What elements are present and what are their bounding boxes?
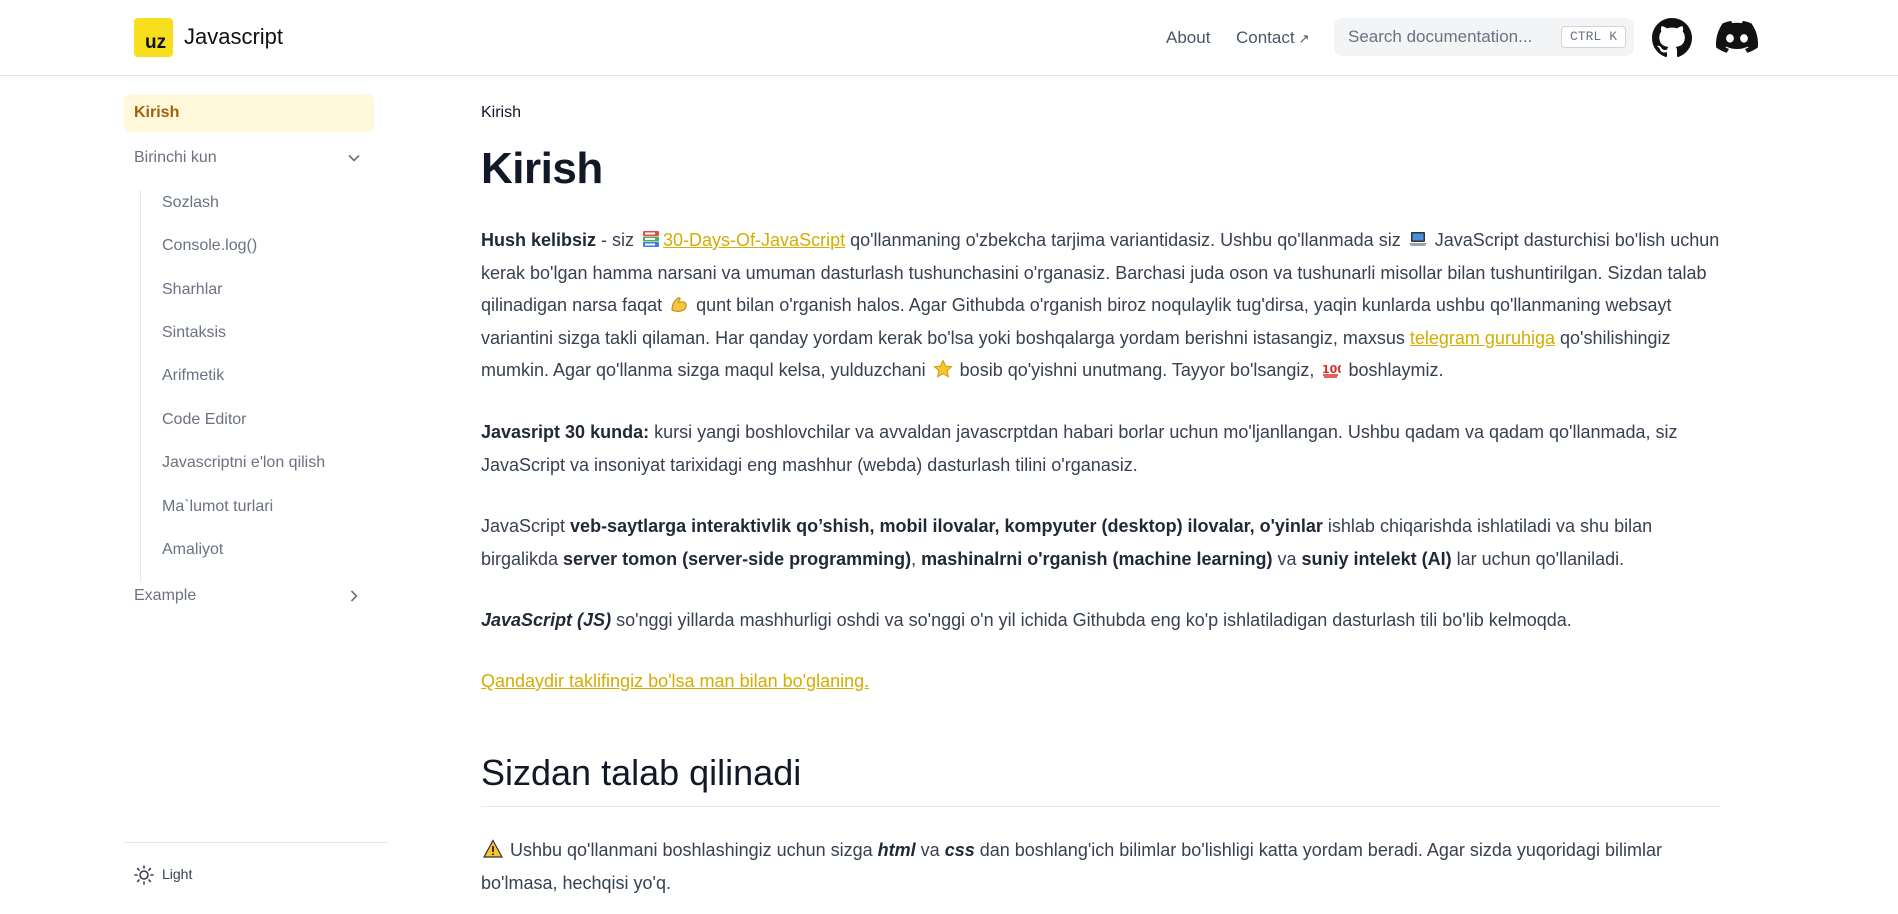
breadcrumb: Kirish	[481, 104, 522, 121]
course-bold: Javasript 30 kunda:	[481, 422, 650, 442]
bold-text: suniy intelekt (AI)	[1301, 548, 1452, 569]
text: va	[915, 840, 945, 860]
text: JavaScript	[481, 516, 571, 536]
text: boshlaymiz.	[1343, 360, 1444, 381]
text: bosib qo'yishni unutmang. Tayyor bo'lsan…	[954, 360, 1320, 381]
nav-contact-label: Contact	[1236, 28, 1295, 47]
text: Ushbu qo'llanmani boshlashingiz uchun si…	[505, 840, 878, 860]
course-paragraph: Javasript 30 kunda: kursi yangi boshlovc…	[481, 416, 1721, 481]
chevron-down-icon	[348, 154, 360, 162]
search-shortcut-hint: CTRL K	[1560, 26, 1626, 48]
external-link-icon: ↗	[1298, 31, 1310, 46]
html-emphasis: html	[877, 840, 916, 860]
bold-text: veb-saytlarga interaktivlik qo’shish, mo…	[570, 516, 1323, 536]
sidebar-section-label: Example	[134, 587, 197, 604]
sidebar-item-sintaksis[interactable]: Sintaksis	[124, 314, 374, 352]
logo-badge[interactable]: uz	[134, 18, 173, 57]
contact-link[interactable]: Qandaydir taklifingiz bo'lsa man bilan b…	[481, 671, 869, 691]
hundred-points-emoji-icon: 100	[1322, 363, 1341, 379]
svg-text:100: 100	[1322, 363, 1341, 376]
text: va	[1272, 548, 1302, 569]
contact-paragraph: Qandaydir taklifingiz bo'lsa man bilan b…	[481, 665, 1721, 698]
bold-text: server tomon (server-side programming)	[563, 548, 912, 569]
requirements-paragraph: Ushbu qo'llanmani boshlashingiz uchun si…	[481, 834, 1721, 899]
logo-text[interactable]: Javascript	[184, 24, 283, 50]
kbd-k: K	[1609, 29, 1617, 44]
text: lar uchun qo'llaniladi.	[1451, 548, 1625, 569]
usage-paragraph: JavaScript veb-saytlarga interaktivlik q…	[481, 510, 1721, 575]
page-title: Kirish	[481, 144, 603, 193]
sun-icon	[134, 865, 154, 886]
search-input[interactable]	[1348, 18, 1548, 56]
nav-about-link[interactable]: About	[1166, 28, 1210, 48]
sidebar-item-console-log[interactable]: Console.log()	[124, 227, 374, 265]
text: so'nggi yillarda mashhurligi oshdi va so…	[611, 610, 1572, 630]
css-emphasis: css	[944, 840, 975, 860]
sidebar-divider	[124, 842, 388, 843]
js-bold-italic: JavaScript (JS)	[481, 610, 612, 630]
kbd-ctrl: CTRL	[1569, 29, 1602, 44]
intro-bold: Hush kelibsiz	[481, 230, 597, 250]
books-emoji-icon	[643, 231, 660, 247]
sidebar-item-sharhlar[interactable]: Sharhlar	[124, 271, 374, 309]
sidebar-item-sozlash[interactable]: Sozlash	[124, 184, 374, 222]
text: ,	[911, 548, 922, 569]
star-emoji-icon	[932, 359, 953, 379]
sidebar-item-arifmetik[interactable]: Arifmetik	[124, 357, 374, 395]
sidebar-item-malumot-turlari[interactable]: Ma`lumot turlari	[124, 488, 374, 526]
bold-text: mashinalrni o'rganish (machine learning)	[921, 548, 1273, 569]
discord-icon[interactable]	[1716, 19, 1758, 57]
popularity-paragraph: JavaScript (JS) so'nggi yillarda mashhur…	[481, 604, 1721, 637]
top-header: uz Javascript About Contact↗ CTRL K	[0, 0, 1898, 76]
theme-toggle-button[interactable]: Light	[134, 862, 192, 886]
laptop-emoji-icon	[1408, 232, 1427, 246]
nav-contact-link[interactable]: Contact ↗	[1236, 28, 1310, 48]
warning-icon	[483, 839, 503, 858]
flexed-biceps-emoji-icon	[671, 297, 687, 313]
theme-toggle-label: Light	[162, 866, 193, 882]
intro-paragraph: Hush kelibsiz - siz 30-Days-Of-JavaScrip…	[481, 224, 1721, 387]
sidebar-item-javascriptni-elon-qilish[interactable]: Javascriptni e'lon qilish	[124, 444, 374, 482]
repo-link[interactable]: 30-Days-Of-JavaScript	[663, 230, 845, 250]
sidebar: Kirish Birinchi kun Sozlash Console.log(…	[124, 76, 388, 914]
sidebar-section-example[interactable]: Example	[124, 577, 374, 615]
search-box[interactable]: CTRL K	[1334, 18, 1634, 56]
sidebar-item-code-editor[interactable]: Code Editor	[124, 401, 374, 439]
sidebar-section-birinchi-kun[interactable]: Birinchi kun	[124, 139, 374, 177]
logo-badge-text: uz	[145, 32, 167, 53]
text: qo'llanmaning o'zbekcha tarjima varianti…	[845, 230, 1406, 250]
text: kursi yangi boshlovchilar va avvaldan ja…	[481, 422, 1678, 475]
telegram-group-link[interactable]: telegram guruhiga	[1410, 328, 1555, 348]
github-icon[interactable]	[1652, 18, 1692, 58]
section-heading: Sizdan talab qilinadi	[481, 752, 1721, 807]
chevron-right-icon	[350, 590, 358, 602]
sidebar-item-kirish[interactable]: Kirish	[124, 94, 374, 132]
text: - siz	[596, 230, 640, 250]
sidebar-section-label: Birinchi kun	[134, 149, 217, 166]
sidebar-item-amaliyot[interactable]: Amaliyot	[124, 531, 374, 569]
